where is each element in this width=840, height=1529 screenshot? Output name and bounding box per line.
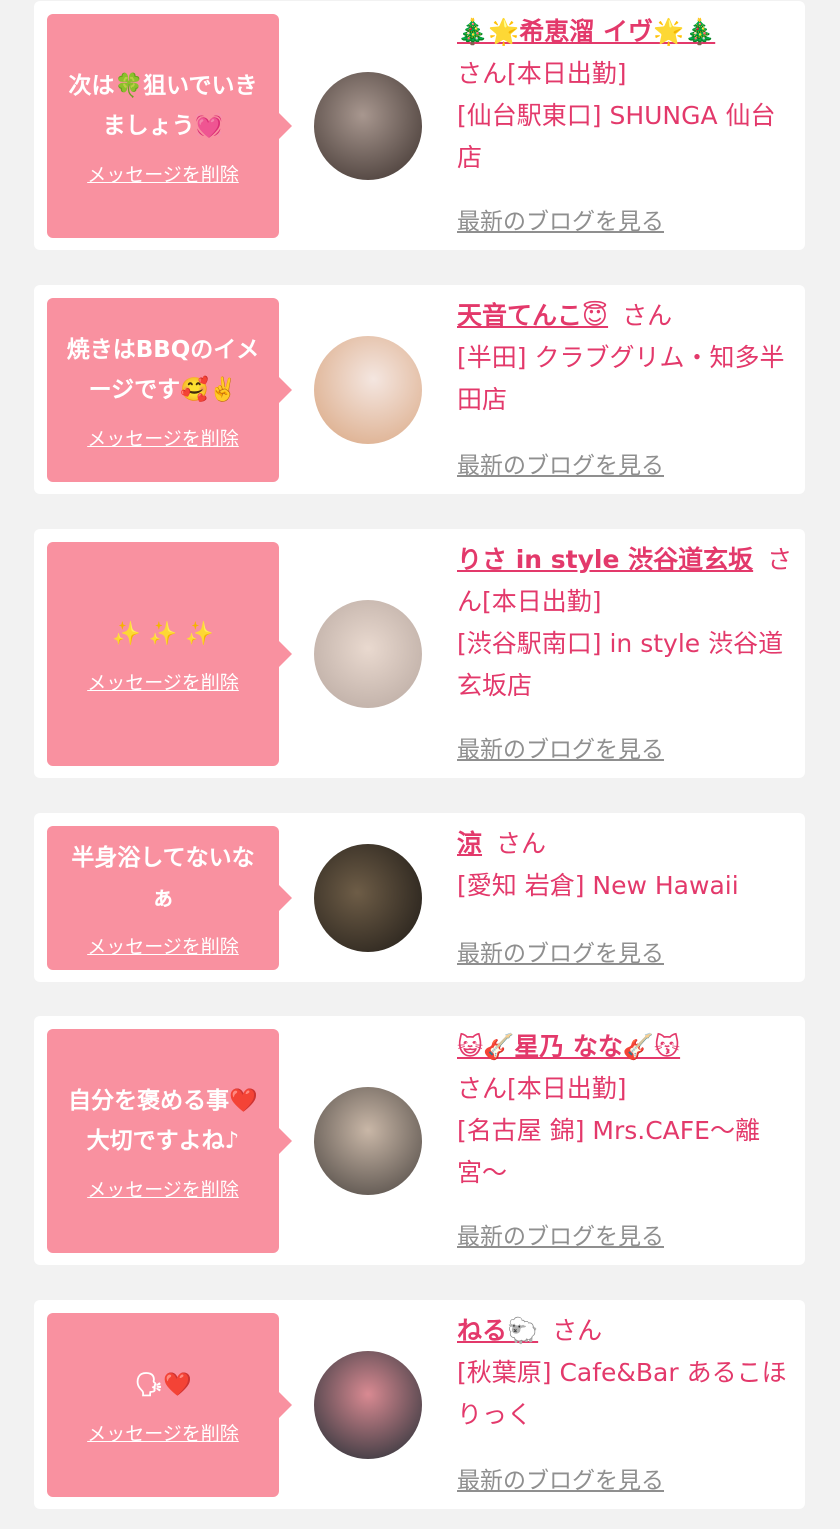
cast-info: 🎄🌟希恵溜 イヴ🌟🎄 さん[本日出勤] [仙台駅東口] SHUNGA 仙台店 bbox=[457, 11, 793, 179]
favorite-card: 🗣❤️ メッセージを削除 ねる🐑 さん [秋葉原] Cafe&Bar あるこほりっ… bbox=[34, 1300, 805, 1509]
latest-blog-link[interactable]: 最新のブログを見る bbox=[457, 934, 664, 968]
avatar[interactable] bbox=[314, 600, 422, 708]
cast-name-link[interactable]: 🎄🌟希恵溜 イヴ🌟🎄 bbox=[457, 17, 715, 46]
message-text: 半身浴してないな ぁ bbox=[71, 844, 255, 911]
favorite-card: 焼きはBBQのイメ ージです🥰✌️ メッセージを削除 天音てんこ😇 さん [半田]… bbox=[34, 285, 805, 494]
shop-name: [名古屋 錦] Mrs.CAFE〜離宮〜 bbox=[457, 1116, 760, 1187]
cast-suffix: さん[本日出勤] bbox=[457, 59, 627, 88]
avatar[interactable] bbox=[314, 1087, 422, 1195]
cast-suffix: さん bbox=[496, 829, 547, 858]
cast-info: りさ in style 渋谷道玄坂 さん[本日出勤] [渋谷駅南口] in sty… bbox=[457, 539, 793, 707]
avatar[interactable] bbox=[314, 336, 422, 444]
shop-name: [渋谷駅南口] in style 渋谷道玄坂店 bbox=[457, 629, 784, 700]
delete-message-link[interactable]: メッセージを削除 bbox=[87, 932, 239, 959]
shop-name: [愛知 岩倉] New Hawaii bbox=[457, 871, 739, 900]
latest-blog-link[interactable]: 最新のブログを見る bbox=[457, 730, 664, 764]
cast-name-link[interactable]: 涼 bbox=[457, 829, 482, 858]
message-bubble: 焼きはBBQのイメ ージです🥰✌️ メッセージを削除 bbox=[47, 298, 292, 482]
message-text: 🗣❤️ bbox=[134, 1371, 192, 1398]
shop-name: [仙台駅東口] SHUNGA 仙台店 bbox=[457, 101, 776, 172]
cast-name-link[interactable]: ねる🐑 bbox=[457, 1316, 538, 1345]
favorite-card: 自分を褒める事❤️ 大切ですよね♪ メッセージを削除 😺🎸星乃 なな🎸😽 さん[… bbox=[34, 1016, 805, 1265]
message-bubble: 自分を褒める事❤️ 大切ですよね♪ メッセージを削除 bbox=[47, 1029, 292, 1253]
cast-info: ねる🐑 さん [秋葉原] Cafe&Bar あるこほりっく bbox=[457, 1310, 793, 1436]
favorite-card: 次は🍀狙いでいき ましょう💓 メッセージを削除 🎄🌟希恵溜 イヴ🌟🎄 さん[本日… bbox=[34, 1, 805, 250]
message-bubble: ✨ ✨ ✨ メッセージを削除 bbox=[47, 542, 292, 766]
avatar[interactable] bbox=[314, 72, 422, 180]
cast-suffix: さん bbox=[552, 1316, 603, 1345]
favorite-card: ✨ ✨ ✨ メッセージを削除 りさ in style 渋谷道玄坂 さん[本日出勤]… bbox=[34, 529, 805, 778]
message-text: ✨ ✨ ✨ bbox=[112, 620, 214, 647]
cast-info: 天音てんこ😇 さん [半田] クラブグリム・知多半田店 bbox=[457, 295, 793, 421]
favorite-card: 半身浴してないな ぁ メッセージを削除 涼さん [愛知 岩倉] New Hawa… bbox=[34, 813, 805, 982]
cast-name-link[interactable]: りさ in style 渋谷道玄坂 bbox=[457, 545, 753, 574]
cast-name-link[interactable]: 😺🎸星乃 なな🎸😽 bbox=[457, 1032, 680, 1061]
avatar[interactable] bbox=[314, 844, 422, 952]
delete-message-link[interactable]: メッセージを削除 bbox=[87, 424, 239, 451]
latest-blog-link[interactable]: 最新のブログを見る bbox=[457, 446, 664, 480]
cast-info: 涼さん [愛知 岩倉] New Hawaii bbox=[457, 823, 793, 907]
delete-message-link[interactable]: メッセージを削除 bbox=[87, 160, 239, 187]
message-text: 次は🍀狙いでいき ましょう💓 bbox=[68, 72, 258, 139]
latest-blog-link[interactable]: 最新のブログを見る bbox=[457, 1461, 664, 1495]
delete-message-link[interactable]: メッセージを削除 bbox=[87, 1419, 239, 1446]
shop-name: [秋葉原] Cafe&Bar あるこほりっく bbox=[457, 1358, 787, 1429]
message-text: 自分を褒める事❤️ 大切ですよね♪ bbox=[68, 1087, 258, 1154]
message-bubble: 半身浴してないな ぁ メッセージを削除 bbox=[47, 826, 292, 970]
cast-info: 😺🎸星乃 なな🎸😽 さん[本日出勤] [名古屋 錦] Mrs.CAFE〜離宮〜 bbox=[457, 1026, 793, 1194]
delete-message-link[interactable]: メッセージを削除 bbox=[87, 1175, 239, 1202]
cast-suffix: さん bbox=[622, 301, 673, 330]
message-bubble: 🗣❤️ メッセージを削除 bbox=[47, 1313, 292, 1497]
latest-blog-link[interactable]: 最新のブログを見る bbox=[457, 202, 664, 236]
message-text: 焼きはBBQのイメ ージです🥰✌️ bbox=[66, 336, 260, 403]
avatar[interactable] bbox=[314, 1351, 422, 1459]
shop-name: [半田] クラブグリム・知多半田店 bbox=[457, 343, 785, 414]
cast-name-link[interactable]: 天音てんこ😇 bbox=[457, 301, 608, 330]
cast-suffix: さん[本日出勤] bbox=[457, 1074, 627, 1103]
message-bubble: 次は🍀狙いでいき ましょう💓 メッセージを削除 bbox=[47, 14, 292, 238]
latest-blog-link[interactable]: 最新のブログを見る bbox=[457, 1217, 664, 1251]
delete-message-link[interactable]: メッセージを削除 bbox=[87, 668, 239, 695]
